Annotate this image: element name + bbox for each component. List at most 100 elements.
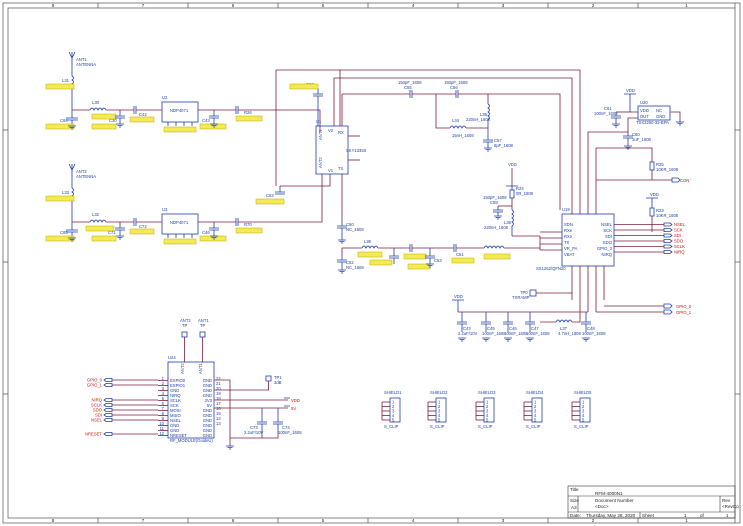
- u19-left-pin: TX: [564, 240, 570, 245]
- label-highlight: [163, 126, 197, 133]
- l34-value: 15nH_1608: [452, 133, 474, 138]
- u20-pin-out: OUT: [640, 114, 649, 119]
- u24-net-label: GPIO_1: [87, 383, 103, 388]
- rf-module-u24: U24 RF_MODULE(GuideU) ANT2 ANT1 1 ESPIO02…: [85, 355, 302, 450]
- shield-clip: SHIELD212345S_CLIP: [427, 390, 448, 429]
- label-highlight: [45, 123, 75, 130]
- u20-pin-gnd: GND: [656, 114, 665, 119]
- schematic-sheet: .w{stroke:#7a1e3c;stroke-width:0.8;fill:…: [2, 2, 741, 524]
- ant1-value: ANTENNA: [76, 62, 96, 67]
- c58-ref: C58: [490, 200, 498, 205]
- l33-ref: L33: [62, 190, 70, 195]
- u24-net-label: NRESET: [85, 432, 102, 437]
- r26-ref: R26: [244, 110, 252, 115]
- border-number-bottom: 6: [232, 518, 235, 523]
- tb-rev-label: Rev: [722, 498, 731, 503]
- u3-ref: U3: [162, 207, 168, 212]
- matching-network: 150pF_1608 C55 150pF_1608 C56 L35 220nH_…: [337, 80, 561, 274]
- rf-switch-u1: U1 SKY13350 ANT1 ANT2 RX TX V1 V2 C62 C6…: [255, 69, 581, 210]
- u20-ref: U20: [640, 100, 648, 105]
- tb-size: A3: [571, 505, 577, 510]
- shield-ref: SHIELD1: [384, 390, 402, 395]
- border-number-top: 4: [412, 3, 415, 8]
- shield-value: S_CLIP: [478, 424, 493, 429]
- u1-pin-v1: V1: [328, 168, 334, 173]
- c50-value: NC_1608: [346, 227, 364, 232]
- net-label: SCK: [674, 228, 683, 233]
- label-highlight: [369, 259, 393, 266]
- tb-rev: <RevCo: [722, 504, 739, 509]
- c61-value: 100nF_1608: [594, 111, 618, 116]
- net-con: CON: [680, 178, 689, 183]
- u24-pin-ant2: ANT2: [180, 363, 185, 374]
- c71-ref: C71: [108, 230, 116, 235]
- label-highlight: [91, 123, 117, 130]
- shield-value: S_CLIP: [574, 424, 589, 429]
- tp1-value: 3dB: [274, 380, 282, 385]
- tb-of-label: of: [700, 513, 705, 518]
- u19-right-pin: SDO: [603, 240, 613, 245]
- l36-ref: L36: [364, 239, 372, 244]
- l36-value: 220nH_1608: [484, 225, 509, 230]
- label-highlight: [407, 263, 431, 270]
- l34-ref: L34: [452, 118, 460, 123]
- border-number-bottom: 1: [685, 518, 688, 523]
- tb-sheet-label: Sheet: [642, 513, 655, 518]
- u19-left-pin: VR_PA: [564, 246, 578, 251]
- c43-ref: C43: [202, 118, 210, 123]
- tb-date-label: Date:: [570, 513, 581, 518]
- shield-clip: SHIELD112345S_CLIP: [381, 390, 402, 429]
- antenna-1-chain: ANT1 ANTENNA L31 C64 L30 C30 C42 U2 NDP4…: [45, 51, 321, 133]
- label-highlight: [357, 251, 383, 258]
- c64-ref: C64: [60, 118, 68, 123]
- border-number-top: 7: [142, 3, 145, 8]
- net-gpio0: GPIO_0: [676, 304, 692, 309]
- u3-part: NDP4071: [170, 220, 189, 225]
- label-highlight: [129, 116, 155, 123]
- border-number-top: 2: [592, 3, 595, 8]
- label-highlight: [45, 235, 75, 242]
- net-vdd: VDD: [291, 398, 300, 403]
- shield-value: S_CLIP: [430, 424, 445, 429]
- u19-left-pin: RXe: [564, 228, 573, 233]
- title-block: Title RFM-4000N1 Size A3 Document Number…: [567, 485, 739, 519]
- u24-right-pin: GND: [203, 433, 212, 438]
- net-label: SCLK: [674, 244, 685, 249]
- tb-doc-label: Document Number: [595, 498, 634, 503]
- reg-vdd: VDD: [626, 88, 635, 93]
- border-number-bottom: 8: [52, 518, 55, 523]
- decoupling-cap-value: 100nF_1608: [504, 331, 528, 336]
- label-highlight: [235, 115, 263, 122]
- tp-ant2-type: TP: [182, 323, 188, 328]
- c53-ref: C53: [434, 258, 442, 263]
- c42-ref: C42: [139, 112, 147, 117]
- u24-left-pin-num: 12: [159, 431, 164, 436]
- border-number-top: 6: [232, 3, 235, 8]
- u24-ref: U24: [168, 355, 176, 360]
- c60-value: 1uF_1608: [632, 137, 652, 142]
- tb-doc: <Doc>: [595, 504, 609, 509]
- net-gpio1: GPIO_1: [676, 310, 692, 315]
- shield-ref: SHIELD4: [526, 390, 544, 395]
- shield-clips: SHIELD112345S_CLIP SHIELD212345S_CLIP SHIE…: [381, 390, 592, 429]
- u19-part: SX1262/QFN20: [536, 266, 566, 271]
- u19-left-pin: SDN: [564, 222, 573, 227]
- tb-of: 1: [726, 513, 729, 518]
- label-highlight: [199, 123, 227, 130]
- label-highlight: [45, 83, 75, 90]
- border-number-top: 5: [322, 3, 325, 8]
- u19-right-pin: SCK: [603, 228, 612, 233]
- r25-value: 10KR_1608: [656, 167, 679, 172]
- c51-ref: C51: [456, 252, 464, 257]
- shield-ref: SHIELD5: [574, 390, 592, 395]
- l31-ref: L31: [62, 78, 70, 83]
- c46-ref: C46: [202, 230, 210, 235]
- border-number-bottom: 7: [142, 518, 145, 523]
- antenna-2-icon: [68, 163, 76, 178]
- border-number-bottom: 4: [412, 518, 415, 523]
- u24-left-pin: NRESET: [170, 433, 187, 438]
- u20-part: TSX3250-33-BPA: [636, 120, 669, 125]
- l30-ref: L30: [92, 100, 100, 105]
- transceiver-u19: U19 SX1262/QFN20 SDNRXeRXnTXVR_PAVBAT NS…: [536, 207, 692, 315]
- border-number-top: 8: [52, 3, 55, 8]
